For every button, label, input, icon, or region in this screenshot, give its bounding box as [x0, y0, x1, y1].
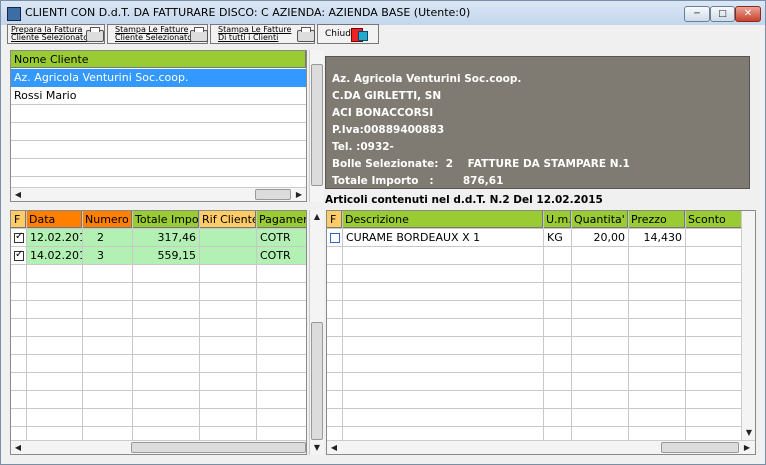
scroll-down-icon[interactable]: ▼ [310, 441, 324, 455]
article-prezzo: 14,430 [643, 231, 683, 244]
exit-icon [351, 28, 368, 42]
ddt-data: 14.02.2015 [27, 247, 82, 264]
client-info-tel: Tel. :0932- [332, 141, 394, 153]
article-quantita: 20,00 [593, 231, 626, 244]
maximize-icon: □ [718, 9, 727, 19]
scroll-up-icon[interactable]: ▲ [310, 210, 324, 224]
articles-label: Articoli contenuti nel d.d.T. N.2 Del 12… [325, 194, 603, 206]
ddt-vscrollbar[interactable]: ▲ ▼ [309, 210, 324, 455]
print-selected-label-2: Cliente Selezionato [115, 33, 193, 42]
article-sconto [686, 229, 742, 246]
print-all-clients-button[interactable]: Stampa Le Fatture Di tutti i Clienti [210, 24, 315, 44]
scroll-right-icon[interactable]: ▶ [740, 441, 754, 454]
ddt-header-data[interactable]: Data [26, 211, 82, 228]
close-window-button[interactable]: ✕ [735, 6, 761, 22]
printer-icon [297, 27, 315, 42]
printer-icon [86, 27, 104, 42]
article-um: KG [547, 231, 563, 244]
articles-header-f[interactable]: F [327, 211, 342, 228]
ddt-header-totale[interactable]: Totale Importo [132, 211, 199, 228]
client-info-city: ACI BONACCORSI [332, 107, 434, 119]
ddt-totale: 317,46 [133, 229, 199, 246]
client-row[interactable]: Az. Agricola Venturini Soc.coop. [11, 69, 306, 87]
articles-header-prezzo[interactable]: Prezzo [628, 211, 685, 228]
ddt-pagamento: COTR [257, 247, 306, 264]
scroll-thumb[interactable] [131, 442, 306, 453]
article-descrizione: CURAME BORDEAUX X 1 [346, 231, 481, 244]
print-selected-client-button[interactable]: Stampa Le Fatture Cliente Selezionato [107, 24, 208, 44]
ddt-pagamento: COTR [257, 229, 306, 246]
print-all-label-2: Di tutti i Clienti [218, 33, 279, 42]
ddt-numero: 3 [83, 247, 132, 264]
ddt-header-f[interactable]: F [11, 211, 26, 228]
app-icon [7, 7, 21, 21]
article-checkbox[interactable] [330, 233, 340, 243]
ddt-totale: 559,15 [133, 247, 199, 264]
prepare-invoice-label-2: Cliente Selezionato [11, 33, 89, 42]
title-bar: CLIENTI CON D.d.T. DA FATTURARE DISCO: C… [1, 1, 765, 25]
client-list-header[interactable]: Nome Cliente [11, 51, 306, 68]
scroll-thumb[interactable] [311, 322, 323, 440]
articles-vscrollbar[interactable]: ▼ [741, 211, 755, 440]
main-window: CLIENTI CON D.d.T. DA FATTURARE DISCO: C… [0, 0, 766, 465]
client-list-vscrollbar[interactable] [309, 50, 324, 202]
client-info-totale: Totale Importo : 876,61 [332, 175, 504, 187]
close-button[interactable]: Chiudi [317, 24, 379, 44]
prepare-invoice-button[interactable]: Prepara la Fattura Cliente Selezionato [7, 24, 105, 44]
client-info-panel: Az. Agricola Venturini Soc.coop. C.DA GI… [325, 56, 750, 189]
client-list-hscrollbar[interactable]: ◀ ▶ [11, 187, 306, 201]
scroll-left-icon[interactable]: ◀ [11, 188, 25, 201]
client-info-bolle: Bolle Selezionate: 2 FATTURE DA STAMPARE… [332, 158, 630, 170]
window-title: CLIENTI CON D.d.T. DA FATTURARE DISCO: C… [25, 6, 471, 19]
client-row[interactable]: Rossi Mario [11, 87, 306, 105]
close-button-label: Chiudi [325, 29, 354, 39]
minimize-button[interactable]: ─ [684, 6, 710, 22]
scroll-thumb[interactable] [311, 64, 323, 186]
ddt-data: 12.02.2015 [27, 229, 82, 246]
ddt-rif [200, 229, 256, 246]
scroll-left-icon[interactable]: ◀ [11, 441, 25, 454]
printer-icon [190, 27, 208, 42]
scroll-right-icon[interactable]: ▶ [292, 188, 306, 201]
client-name: Rossi Mario [14, 89, 77, 102]
ddt-header-pagamento[interactable]: Pagamento [256, 211, 306, 228]
client-info-name: Az. Agricola Venturini Soc.coop. [332, 73, 522, 85]
close-icon: ✕ [743, 8, 753, 19]
ddt-rif [200, 247, 256, 264]
scroll-left-icon[interactable]: ◀ [327, 441, 341, 454]
articles-header-quantita[interactable]: Quantita' [571, 211, 628, 228]
client-name: Az. Agricola Venturini Soc.coop. [14, 71, 189, 84]
articles-header-sconto[interactable]: Sconto [685, 211, 742, 228]
articles-header-um[interactable]: U.m. [543, 211, 571, 228]
ddt-hscrollbar[interactable]: ◀ [11, 440, 306, 454]
ddt-header-rif[interactable]: Rif Cliente [199, 211, 256, 228]
ddt-grid: F Data Numero Totale Importo Rif Cliente… [10, 210, 307, 455]
client-list: Nome Cliente Az. Agricola Venturini Soc.… [10, 50, 307, 202]
client-info-piva: P.Iva:00889400883 [332, 124, 445, 136]
ddt-row[interactable]: 12.02.2015 2 317,46 COTR [11, 229, 306, 247]
ddt-numero: 2 [83, 229, 132, 246]
articles-hscrollbar[interactable]: ◀ ▶ [327, 440, 755, 454]
maximize-button[interactable]: □ [710, 6, 735, 22]
minimize-icon: ─ [694, 9, 700, 19]
ddt-checkbox[interactable] [14, 231, 24, 243]
client-info-address: C.DA GIRLETTI, SN [332, 90, 442, 102]
article-row[interactable]: CURAME BORDEAUX X 1 KG 20,00 14,430 [327, 229, 755, 247]
articles-header-descrizione[interactable]: Descrizione [342, 211, 543, 228]
scroll-down-icon[interactable]: ▼ [742, 426, 755, 440]
scroll-thumb[interactable] [661, 442, 739, 453]
ddt-row[interactable]: 14.02.2015 3 559,15 COTR [11, 247, 306, 265]
ddt-checkbox[interactable] [14, 249, 24, 261]
ddt-header-numero[interactable]: Numero [82, 211, 132, 228]
scroll-thumb[interactable] [255, 189, 291, 200]
articles-grid: F Descrizione U.m. Quantita' Prezzo Scon… [326, 210, 756, 455]
